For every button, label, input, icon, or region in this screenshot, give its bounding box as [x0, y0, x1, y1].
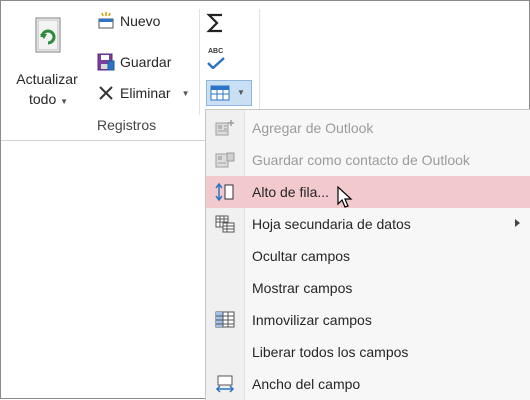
outlook-add-icon [215, 119, 235, 137]
menu-item-label: Alto de fila... [252, 184, 330, 200]
menu-item-label: Hoja secundaria de datos [252, 216, 411, 232]
new-record-button[interactable]: Nuevo [97, 10, 160, 32]
refresh-all-button[interactable]: Actualizar todo ▼ [15, 11, 79, 111]
menu-item-label: Liberar todos los campos [252, 344, 409, 360]
group-label: Registros [97, 117, 157, 133]
submenu-arrow-icon [515, 219, 520, 227]
spelling-icon-text: ABC [208, 48, 224, 55]
divider [199, 9, 200, 115]
menu-item-label: Ancho del campo [252, 376, 361, 392]
menu-item-subdatasheet[interactable]: Hoja secundaria de datos [206, 208, 530, 240]
menu-item-label: Agregar de Outlook [252, 120, 374, 136]
save-record-button[interactable]: Guardar [97, 51, 171, 73]
new-record-label: Nuevo [120, 13, 161, 29]
refresh-label-line1: Actualizar [16, 71, 78, 87]
more-options-menu: Agregar de Outlook Guardar como contacto… [205, 109, 530, 400]
table-icon [210, 85, 230, 106]
subdatasheet-icon [215, 215, 235, 233]
save-record-label: Guardar [120, 54, 172, 70]
save-icon [97, 53, 115, 71]
refresh-icon [35, 17, 61, 58]
chevron-down-icon: ▼ [60, 97, 69, 106]
menu-item-add-from-outlook[interactable]: Agregar de Outlook [206, 112, 530, 144]
menu-item-field-width[interactable]: Ancho del campo [206, 368, 530, 400]
menu-item-hide-fields[interactable]: Ocultar campos [206, 240, 530, 272]
mouse-pointer-icon [337, 185, 355, 215]
delete-icon [97, 84, 115, 102]
menu-item-row-height[interactable]: Alto de fila... [206, 176, 530, 208]
menu-item-label: Mostrar campos [252, 280, 353, 296]
more-options-button[interactable]: ▼ [206, 80, 252, 106]
menu-item-unfreeze-all-fields[interactable]: Liberar todos los campos [206, 336, 530, 368]
menu-item-label: Inmovilizar campos [252, 312, 372, 328]
menu-item-label: Ocultar campos [252, 248, 351, 264]
delete-record-button[interactable]: Eliminar ▼ [97, 82, 190, 104]
totals-icon[interactable] [206, 13, 226, 38]
field-width-icon [215, 375, 235, 393]
menu-item-show-fields[interactable]: Mostrar campos [206, 272, 530, 304]
outlook-save-contact-icon [215, 151, 235, 169]
menu-item-freeze-fields[interactable]: Inmovilizar campos [206, 304, 530, 336]
freeze-fields-icon [215, 311, 235, 329]
delete-record-label: Eliminar [120, 85, 171, 101]
new-record-icon [97, 12, 115, 30]
menu-item-save-as-outlook-contact[interactable]: Guardar como contacto de Outlook [206, 144, 530, 176]
chevron-down-icon: ▼ [237, 88, 245, 97]
divider [259, 9, 260, 115]
menu-item-label: Guardar como contacto de Outlook [252, 152, 470, 168]
refresh-label-line2: todo [29, 91, 57, 107]
spelling-icon[interactable]: ABC [206, 48, 226, 70]
row-height-icon [215, 182, 235, 202]
chevron-down-icon: ▼ [181, 88, 190, 98]
